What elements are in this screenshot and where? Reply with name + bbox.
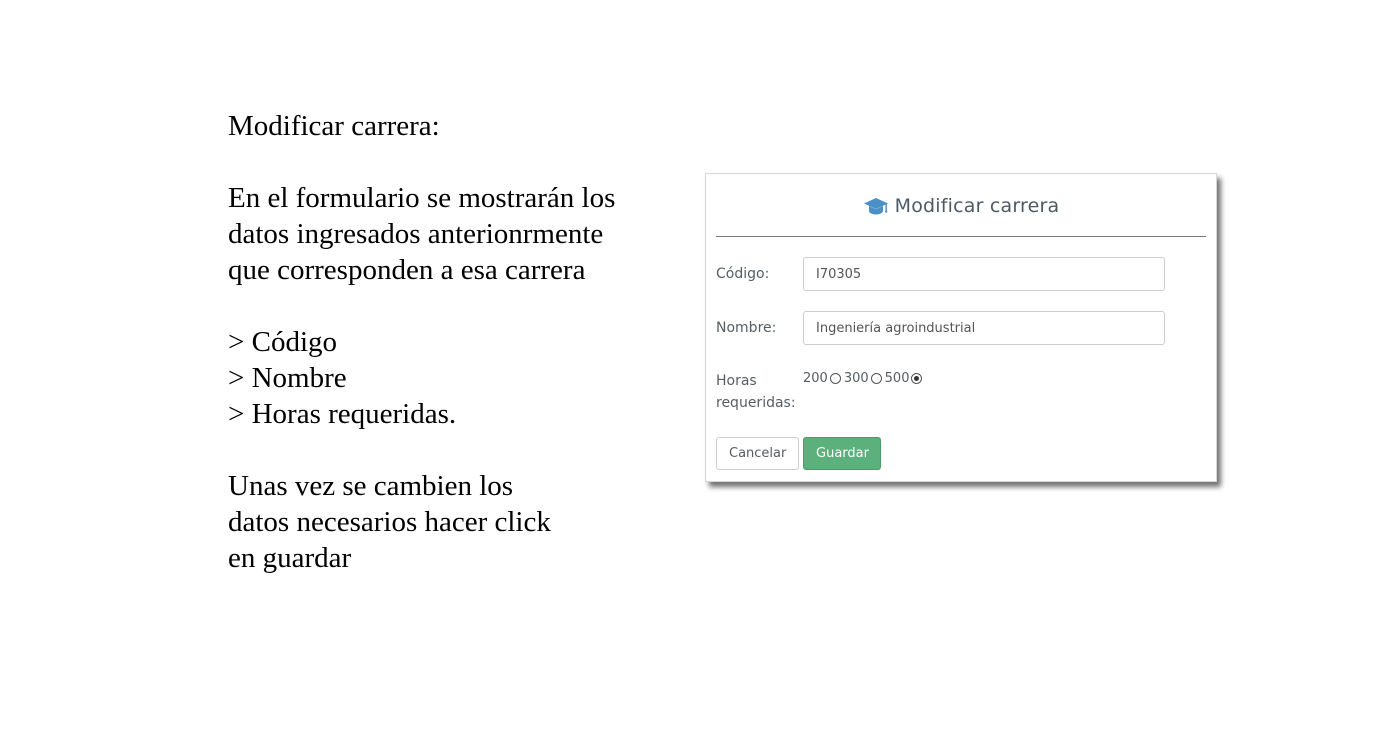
cancel-button[interactable]: Cancelar	[716, 437, 799, 470]
nombre-input[interactable]	[803, 311, 1165, 345]
radio-button[interactable]	[829, 373, 841, 384]
nombre-label: Nombre:	[716, 320, 777, 336]
graduation-cap-icon	[863, 195, 889, 217]
codigo-row: Código:	[716, 257, 1206, 291]
modal-title-group: Modificar carrera	[863, 195, 1060, 217]
horas-radio-group: 200 300 500	[803, 371, 925, 386]
radio-option-300[interactable]: 300	[844, 371, 885, 386]
description-line: que corresponden a esa carrera	[228, 254, 586, 286]
field-list-item: > Código	[228, 326, 338, 358]
radio-option-200[interactable]: 200	[803, 371, 844, 386]
horas-label: Horas requeridas:	[716, 370, 803, 414]
closing-line: datos necesarios hacer click	[228, 506, 551, 538]
nombre-row: Nombre:	[716, 311, 1206, 345]
modal-header: Modificar carrera	[716, 174, 1206, 237]
radio-label: 200	[803, 371, 828, 386]
instructions-closing: Unas vez se cambien los datos necesarios…	[228, 468, 668, 576]
codigo-input[interactable]	[803, 257, 1165, 291]
radio-label: 500	[884, 371, 910, 386]
radio-label: 300	[843, 371, 869, 386]
instructions-panel: Modificar carrera: En el formulario se m…	[228, 108, 668, 576]
codigo-label: Código:	[716, 266, 770, 282]
radio-option-500[interactable]: 500	[885, 371, 926, 386]
save-button[interactable]: Guardar	[803, 437, 881, 470]
modify-career-modal: Modificar carrera Código: Nombre: Horas …	[705, 173, 1217, 482]
description-line: En el formulario se mostrarán los	[228, 182, 616, 214]
modal-actions: Cancelar Guardar	[716, 437, 881, 470]
instructions-title: Modificar carrera:	[228, 110, 440, 142]
field-list-item: > Nombre	[228, 362, 347, 394]
radio-button[interactable]	[870, 373, 882, 384]
closing-line: en guardar	[228, 542, 352, 574]
instructions-description: En el formulario se mostrarán los datos …	[228, 180, 668, 288]
description-line: datos ingresados anterionrmente	[228, 218, 604, 250]
modal-title: Modificar carrera	[894, 194, 1060, 217]
instructions-fields-list: > Código > Nombre > Horas requeridas.	[228, 324, 668, 432]
field-list-item: > Horas requeridas.	[228, 398, 457, 430]
horas-label-line: Horas	[716, 373, 757, 389]
horas-row: Horas requeridas: 200 300 500	[716, 370, 925, 414]
radio-button[interactable]	[911, 373, 923, 384]
horas-label-line: requeridas:	[716, 395, 796, 411]
closing-line: Unas vez se cambien los	[228, 470, 514, 502]
